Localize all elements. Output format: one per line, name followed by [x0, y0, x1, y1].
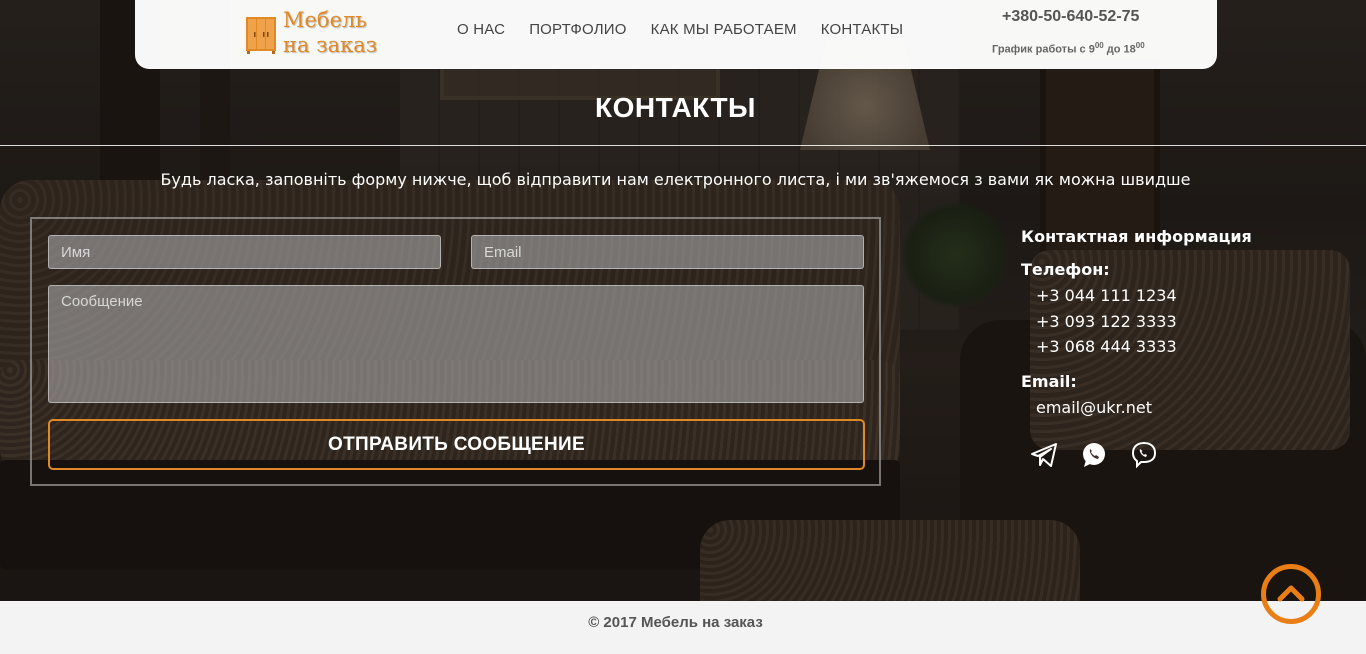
site-header: Мебель на заказ О НАС ПОРТФОЛИО КАК МЫ Р… [135, 0, 1217, 69]
contact-info-heading: Контактная информация [1021, 227, 1252, 246]
submit-button[interactable]: ОТПРАВИТЬ СООБЩЕНИЕ [48, 419, 865, 470]
copyright-text: © 2017 Мебель на заказ [588, 614, 763, 631]
logo-line-2: на заказ [283, 33, 378, 57]
nav-item-portfolio[interactable]: ПОРТФОЛИО [529, 21, 626, 38]
hours-sup-end: 00 [1135, 41, 1145, 50]
phone-label: Телефон: [1021, 260, 1110, 279]
wardrobe-icon [246, 17, 276, 54]
nav-item-contacts[interactable]: КОНТАКТЫ [821, 21, 904, 38]
email-input[interactable] [471, 235, 864, 269]
logo-line-1: Мебель [283, 8, 367, 32]
title-divider [0, 145, 1366, 146]
main-nav: О НАС ПОРТФОЛИО КАК МЫ РАБОТАЕМ КОНТАКТЫ [457, 21, 927, 38]
section-intro: Будь ласка, заповніть форму нижче, щоб в… [160, 170, 1191, 189]
site-footer: © 2017 Мебель на заказ [0, 601, 1366, 654]
logo[interactable]: Мебель на заказ [245, 8, 395, 63]
hours-prefix: График работы с 9 [992, 43, 1095, 56]
phone-number[interactable]: +3 044 111 1234 [1036, 283, 1252, 309]
contact-form: ОТПРАВИТЬ СООБЩЕНИЕ [30, 217, 881, 486]
logo-text: Мебель на заказ [283, 8, 377, 58]
whatsapp-icon[interactable] [1079, 440, 1109, 470]
working-hours: График работы с 900 до 1800 [992, 41, 1145, 56]
viber-icon[interactable] [1129, 440, 1159, 470]
chevron-up-icon [1277, 585, 1305, 602]
name-input[interactable] [48, 235, 441, 269]
hours-sup-start: 00 [1094, 41, 1104, 50]
nav-item-about[interactable]: О НАС [457, 21, 505, 38]
telegram-icon[interactable] [1029, 440, 1059, 470]
header-phone[interactable]: +380-50-640-52-75 [1002, 8, 1139, 26]
hours-mid: до 18 [1103, 43, 1136, 56]
email-address[interactable]: email@ukr.net [1036, 395, 1252, 421]
scroll-to-top-button[interactable] [1261, 564, 1321, 624]
social-links [1029, 440, 1252, 470]
section-title: КОНТАКТЫ [595, 92, 756, 123]
contact-info: Контактная информация Телефон: +3 044 11… [1021, 227, 1252, 470]
email-label: Email: [1021, 371, 1077, 391]
nav-item-how-we-work[interactable]: КАК МЫ РАБОТАЕМ [651, 21, 797, 38]
phone-number[interactable]: +3 068 444 3333 [1036, 334, 1252, 360]
phone-number[interactable]: +3 093 122 3333 [1036, 309, 1252, 335]
message-textarea[interactable] [48, 285, 864, 403]
